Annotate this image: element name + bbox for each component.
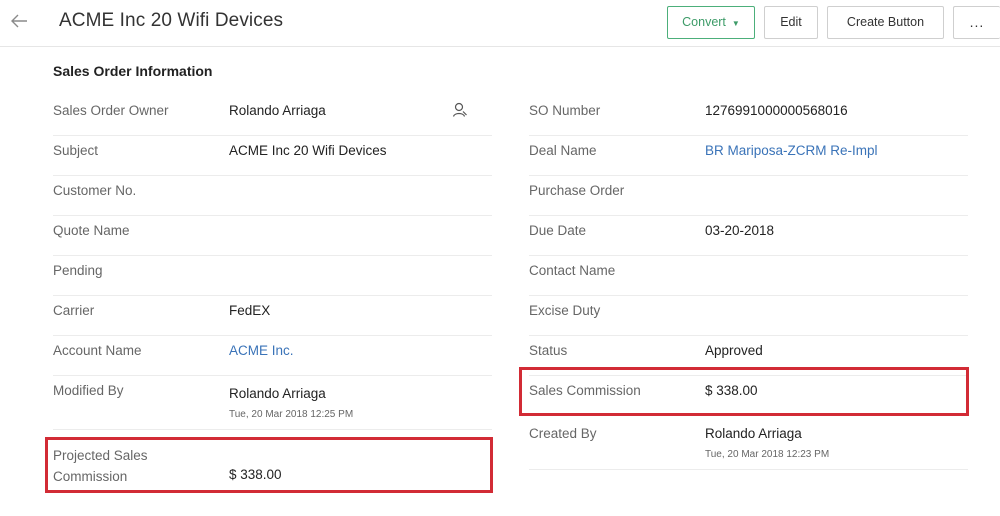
- field-value[interactable]: Rolando Arriaga: [229, 386, 326, 401]
- field-value: ACME Inc 20 Wifi Devices: [229, 143, 387, 158]
- record-title: ACME Inc 20 Wifi Devices: [59, 10, 284, 31]
- field-value: FedEX: [229, 303, 271, 318]
- field-excise-duty: Excise Duty: [529, 296, 968, 336]
- field-label: Account Name: [53, 343, 142, 358]
- user-lookup-icon[interactable]: [452, 102, 468, 118]
- field-label: Quote Name: [53, 223, 130, 238]
- field-label: Due Date: [529, 223, 587, 238]
- field-carrier: Carrier FedEX: [53, 296, 492, 336]
- convert-button-label: Convert: [682, 15, 726, 29]
- field-value[interactable]: Rolando Arriaga: [229, 103, 326, 118]
- chevron-down-icon: ▼: [731, 19, 740, 28]
- back-arrow-icon[interactable]: [8, 10, 30, 32]
- field-label: Subject: [53, 143, 99, 158]
- field-value: 03-20-2018: [705, 223, 775, 238]
- field-pending: Pending: [53, 256, 492, 296]
- created-timestamp: Tue, 20 Mar 2018 12:23 PM: [705, 449, 830, 460]
- field-value: Approved: [705, 343, 763, 358]
- account-name-link[interactable]: ACME Inc.: [229, 343, 294, 358]
- field-label: Customer No.: [53, 183, 137, 198]
- field-label: Contact Name: [529, 263, 616, 278]
- field-modified-by: Modified By Rolando Arriaga Tue, 20 Mar …: [53, 376, 492, 430]
- field-label: Modified By: [53, 383, 124, 398]
- field-deal-name: Deal Name BR Mariposa-ZCRM Re-Impl: [529, 136, 968, 176]
- field-label: Excise Duty: [529, 303, 601, 318]
- field-label: SO Number: [529, 103, 601, 118]
- field-label: Status: [529, 343, 568, 358]
- field-so-number: SO Number 1276991000000568016: [529, 96, 968, 136]
- field-label: Pending: [53, 263, 103, 278]
- edit-button[interactable]: Edit: [764, 6, 818, 39]
- highlight-box-projected-commission: [45, 437, 493, 493]
- highlight-box-sales-commission: [519, 367, 969, 416]
- field-value[interactable]: Rolando Arriaga: [705, 426, 802, 441]
- field-label: Purchase Order: [529, 183, 625, 198]
- field-label: Deal Name: [529, 143, 597, 158]
- field-quote-name: Quote Name: [53, 216, 492, 256]
- field-sales-order-owner: Sales Order Owner Rolando Arriaga: [53, 96, 492, 136]
- field-label: Created By: [529, 426, 597, 441]
- convert-button[interactable]: Convert ▼: [667, 6, 755, 39]
- field-subject: Subject ACME Inc 20 Wifi Devices: [53, 136, 492, 176]
- field-account-name: Account Name ACME Inc.: [53, 336, 492, 376]
- field-customer-no: Customer No.: [53, 176, 492, 216]
- field-value: 1276991000000568016: [705, 103, 848, 118]
- field-label: Carrier: [53, 303, 95, 318]
- field-purchase-order: Purchase Order: [529, 176, 968, 216]
- record-header: ACME Inc 20 Wifi Devices Convert ▼ Edit C…: [0, 0, 1000, 47]
- field-created-by: Created By Rolando Arriaga Tue, 20 Mar 2…: [529, 416, 968, 470]
- field-due-date: Due Date 03-20-2018: [529, 216, 968, 256]
- create-button[interactable]: Create Button: [827, 6, 944, 39]
- modified-timestamp: Tue, 20 Mar 2018 12:25 PM: [229, 409, 354, 420]
- more-options-button[interactable]: ...: [953, 6, 1000, 39]
- section-title: Sales Order Information: [53, 63, 213, 79]
- field-label: Sales Order Owner: [53, 103, 169, 118]
- deal-name-link[interactable]: BR Mariposa-ZCRM Re-Impl: [705, 143, 878, 158]
- field-contact-name: Contact Name: [529, 256, 968, 296]
